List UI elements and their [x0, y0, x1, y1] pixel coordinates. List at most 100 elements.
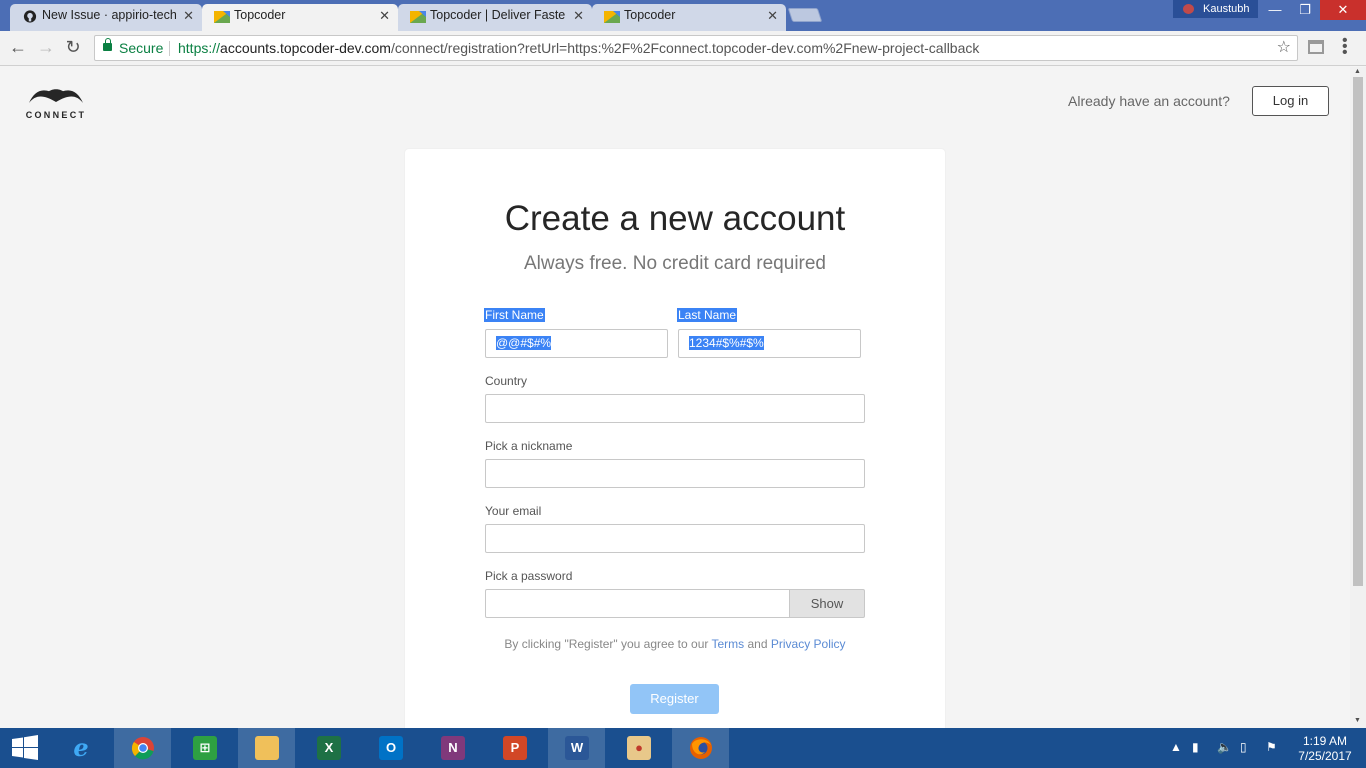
- terms-prefix: By clicking "Register" you agree to our: [504, 637, 712, 651]
- password-label: Pick a password: [485, 569, 573, 583]
- back-arrow-icon[interactable]: ←: [7, 36, 29, 58]
- folder-icon: [255, 736, 279, 760]
- tab-title: Topcoder: [234, 8, 286, 22]
- country-label: Country: [485, 374, 528, 388]
- last-name-input[interactable]: 1234#$%#$%: [678, 329, 861, 358]
- terms-text: By clicking "Register" you agree to our …: [405, 637, 945, 651]
- chrome-icon: [131, 737, 154, 760]
- page-subtitle: Always free. No credit card required: [523, 253, 826, 274]
- paint-palette-icon: ●: [627, 736, 651, 760]
- browser-toolbar: ← → ↻ Secure https://accounts.topcoder-d…: [0, 31, 1366, 66]
- taskbar-explorer[interactable]: [238, 728, 295, 768]
- start-button[interactable]: [0, 728, 50, 768]
- nickname-label: Pick a nickname: [485, 439, 573, 453]
- action-center-flag-icon[interactable]: ⚑: [1266, 740, 1277, 754]
- tab-topcoder-deliver[interactable]: Topcoder | Deliver Faster ✕: [398, 4, 592, 31]
- registration-card: Create a new account Always free. No cre…: [405, 149, 945, 728]
- new-tab-button[interactable]: [787, 8, 823, 22]
- minimize-icon[interactable]: —: [1260, 0, 1290, 20]
- github-icon: [23, 10, 37, 23]
- taskbar-firefox[interactable]: [672, 728, 729, 768]
- show-password-button[interactable]: Show: [789, 589, 865, 618]
- topcoder-icon: [214, 11, 230, 23]
- avatar-icon: [1183, 4, 1194, 14]
- tab-title: Topcoder | Deliver Faster: [430, 8, 566, 22]
- bookmark-star-icon[interactable]: ☆: [1277, 36, 1291, 60]
- firefox-icon: [690, 737, 712, 759]
- extension-icon[interactable]: [1308, 40, 1324, 54]
- battery-icon[interactable]: ▯: [1240, 740, 1247, 754]
- page-title: Create a new account: [504, 199, 846, 238]
- taskbar-outlook[interactable]: O: [362, 728, 419, 768]
- profile-name: Kaustubh: [1203, 3, 1250, 15]
- lock-icon: [103, 38, 112, 51]
- internet-explorer-icon: e: [73, 733, 89, 762]
- store-icon: ⊞: [193, 736, 217, 760]
- powerpoint-icon: P: [503, 736, 527, 760]
- omnibox-divider: [169, 41, 170, 56]
- windows-logo-icon: [12, 735, 38, 760]
- taskbar-onenote[interactable]: N: [424, 728, 481, 768]
- excel-icon: X: [317, 736, 341, 760]
- taskbar-word[interactable]: W: [548, 728, 605, 768]
- first-name-input[interactable]: @@#$#%: [485, 329, 668, 358]
- taskbar-powerpoint[interactable]: P: [486, 728, 543, 768]
- email-input[interactable]: [485, 524, 865, 553]
- taskbar-excel[interactable]: X: [300, 728, 357, 768]
- browser-menu-icon[interactable]: • • •: [1342, 33, 1348, 61]
- country-input[interactable]: [485, 394, 865, 423]
- email-label: Your email: [485, 504, 542, 518]
- topcoder-icon: [604, 11, 620, 23]
- last-name-value: 1234#$%#$%: [689, 336, 764, 350]
- forward-arrow-icon[interactable]: →: [35, 36, 57, 58]
- nickname-input[interactable]: [485, 459, 865, 488]
- tab-title: Topcoder: [624, 8, 676, 22]
- url-scheme: https://: [178, 40, 221, 56]
- volume-icon[interactable]: 🔈: [1217, 740, 1232, 754]
- connect-logo-icon: [29, 89, 83, 103]
- network-signal-icon[interactable]: ▮: [1192, 740, 1199, 754]
- close-tab-icon[interactable]: ✕: [379, 4, 390, 27]
- clock-time: 1:19 AM: [1302, 734, 1348, 748]
- password-input[interactable]: [485, 589, 790, 618]
- taskbar-paint[interactable]: ●: [610, 728, 667, 768]
- first-name-label: First Name: [484, 308, 545, 322]
- taskbar-store[interactable]: ⊞: [176, 728, 233, 768]
- secure-label: Secure: [119, 40, 164, 56]
- scrollbar-thumb[interactable]: [1353, 77, 1363, 586]
- tab-topcoder-3[interactable]: Topcoder ✕: [592, 4, 786, 31]
- word-icon: W: [565, 736, 589, 760]
- window-close-icon[interactable]: ✕: [1320, 0, 1366, 20]
- tray-expand-icon[interactable]: ▲: [1170, 740, 1182, 754]
- tab-topcoder-active[interactable]: Topcoder ✕: [202, 4, 398, 31]
- clock-date: 7/25/2017: [1298, 749, 1352, 763]
- register-button[interactable]: Register: [630, 684, 719, 714]
- taskbar-ie[interactable]: e: [52, 728, 109, 768]
- scroll-down-icon[interactable]: ▼: [1354, 717, 1361, 724]
- terms-link[interactable]: Terms: [712, 637, 745, 651]
- tab-title: New Issue · appirio-tech/: [42, 8, 176, 22]
- privacy-policy-link[interactable]: Privacy Policy: [771, 637, 846, 651]
- profile-button[interactable]: Kaustubh: [1173, 0, 1258, 18]
- connect-logo[interactable]: CONNECT: [25, 85, 87, 120]
- close-tab-icon[interactable]: ✕: [183, 4, 194, 27]
- scroll-up-icon[interactable]: ▲: [1354, 68, 1361, 75]
- taskbar-chrome[interactable]: [114, 728, 171, 768]
- terms-and: and: [744, 637, 771, 651]
- taskbar-clock[interactable]: 1:19 AM 7/25/2017: [1296, 734, 1354, 764]
- address-bar[interactable]: Secure https://accounts.topcoder-dev.com…: [94, 35, 1298, 61]
- tab-new-issue[interactable]: New Issue · appirio-tech/ ✕: [10, 4, 202, 31]
- url-text: https://accounts.topcoder-dev.com/connec…: [178, 36, 979, 60]
- restore-icon[interactable]: ❐: [1290, 0, 1320, 20]
- page-scrollbar[interactable]: ▲ ▼: [1350, 67, 1366, 728]
- login-button[interactable]: Log in: [1252, 86, 1329, 116]
- page-viewport: CONNECT Already have an account? Log in …: [0, 67, 1350, 728]
- url-path: /connect/registration?retUrl=https:%2F%2…: [390, 40, 980, 56]
- reload-icon[interactable]: ↻: [62, 36, 84, 58]
- already-have-account-text: Already have an account?: [1068, 93, 1230, 109]
- close-tab-icon[interactable]: ✕: [767, 4, 778, 27]
- topcoder-icon: [410, 11, 426, 23]
- logo-text: CONNECT: [25, 110, 87, 120]
- close-tab-icon[interactable]: ✕: [573, 4, 584, 27]
- windows-taskbar: e ⊞ X O N P W ● ▲ ▮ 🔈 ▯ ⚑ 1:19 AM 7/25/2…: [0, 728, 1366, 768]
